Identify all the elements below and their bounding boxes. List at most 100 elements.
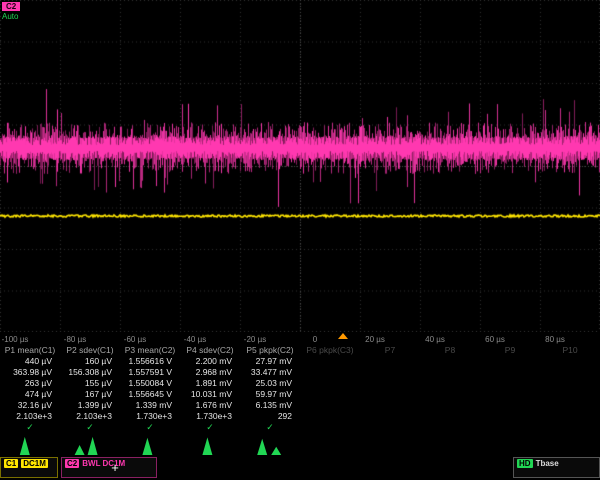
measurement-value [300, 411, 360, 422]
measurement-value [540, 400, 600, 411]
measurement-value [420, 356, 480, 367]
measurement-value [480, 389, 540, 400]
param-header[interactable]: P5 pkpk(C2) [240, 345, 300, 356]
measurement-value [300, 389, 360, 400]
trigger-position-marker[interactable] [338, 333, 348, 339]
measurement-value [420, 367, 480, 378]
measurement-value [540, 378, 600, 389]
measurement-value [480, 400, 540, 411]
measurement-value: 1.556645 V [120, 389, 180, 400]
measurement-value: 33.477 mV [240, 367, 300, 378]
measurement-value [360, 378, 420, 389]
measurement-value: 2.200 mV [180, 356, 240, 367]
measurement-value: 292 [240, 411, 300, 422]
param-header[interactable]: P10 [540, 345, 600, 356]
measurement-row: 263 µV155 µV1.550084 V1.891 mV25.03 mV [0, 378, 600, 389]
oscilloscope-screen: C2 Auto -100 µs-80 µs-60 µs-40 µs-20 µs0… [0, 0, 600, 480]
measurement-value: 167 µV [60, 389, 120, 400]
trigger-status-text: Auto [2, 12, 20, 21]
measurement-value: 440 µV [0, 356, 60, 367]
measurement-value: 10.031 mV [180, 389, 240, 400]
timebase-title-line: HDTbase [517, 459, 596, 477]
time-label: 0 [313, 335, 317, 344]
c1-channel-chip: C1 [4, 459, 18, 468]
histicon-p2 [60, 430, 120, 456]
timebase-title: Tbase [536, 459, 559, 468]
histicon-p1 [0, 430, 60, 456]
measurement-table: P1 mean(C1)P2 sdev(C1)P3 mean(C2)P4 sdev… [0, 345, 600, 433]
measurement-value: 2.103e+3 [60, 411, 120, 422]
hd-mode-chip: HD [517, 459, 533, 468]
time-label: 20 µs [365, 335, 385, 344]
measurement-value: 27.97 mV [240, 356, 300, 367]
param-header[interactable]: P9 [480, 345, 540, 356]
time-label: 80 µs [545, 335, 565, 344]
add-trace-button[interactable]: + [108, 461, 122, 475]
measurement-value: 1.891 mV [180, 378, 240, 389]
histicons-row [0, 430, 600, 456]
measurement-value: 1.339 mV [120, 400, 180, 411]
measurement-value: 6.135 mV [240, 400, 300, 411]
measurement-value [360, 389, 420, 400]
measurement-row: 32.16 µV1.399 µV1.339 mV1.676 mV6.135 mV [0, 400, 600, 411]
measurement-row: 2.103e+32.103e+31.730e+31.730e+3292 [0, 411, 600, 422]
measurement-value: 363.98 µV [0, 367, 60, 378]
measurement-value [480, 367, 540, 378]
time-label: -100 µs [2, 335, 29, 344]
measurement-value: 2.103e+3 [0, 411, 60, 422]
status-overlay: C2 Auto [2, 2, 20, 21]
time-label: -60 µs [124, 335, 146, 344]
c1-descriptor-title: C1DC1M [4, 459, 54, 477]
param-header[interactable]: P6 pkpk(C3) [300, 345, 360, 356]
measurement-value [300, 378, 360, 389]
time-label: 40 µs [425, 335, 445, 344]
measurement-value: 1.557591 V [120, 367, 180, 378]
measurement-value [360, 356, 420, 367]
measurement-value: 155 µV [60, 378, 120, 389]
measurement-value [360, 411, 420, 422]
c1-descriptor[interactable]: C1DC1M 0 mV 10.0 mV [0, 457, 58, 478]
param-header[interactable]: P1 mean(C1) [0, 345, 60, 356]
measurement-value [420, 389, 480, 400]
param-header[interactable]: P2 sdev(C1) [60, 345, 120, 356]
waveform-display[interactable] [0, 0, 600, 332]
c1-coupling-chip: DC1M [21, 459, 48, 468]
param-header[interactable]: P4 sdev(C2) [180, 345, 240, 356]
measurement-row: 474 µV167 µV1.556645 V10.031 mV59.97 mV [0, 389, 600, 400]
time-axis: -100 µs-80 µs-60 µs-40 µs-20 µs020 µs40 … [0, 332, 600, 345]
measurement-value [300, 356, 360, 367]
measurement-value: 1.550084 V [120, 378, 180, 389]
measurement-value: 1.676 mV [180, 400, 240, 411]
time-label: -80 µs [64, 335, 86, 344]
histicon-p3 [120, 430, 180, 456]
measurement-value [300, 400, 360, 411]
measurement-value: 1.399 µV [60, 400, 120, 411]
measurement-value [360, 367, 420, 378]
measurement-value [420, 411, 480, 422]
measurement-value: 2.968 mV [180, 367, 240, 378]
measurement-row: 440 µV160 µV1.556616 V2.200 mV27.97 mV [0, 356, 600, 367]
measurement-value: 1.730e+3 [120, 411, 180, 422]
time-label: -40 µs [184, 335, 206, 344]
measurement-value: 156.308 µV [60, 367, 120, 378]
measurement-value [300, 367, 360, 378]
measurement-value [540, 356, 600, 367]
measurement-value [480, 356, 540, 367]
measurement-value: 32.16 µV [0, 400, 60, 411]
measurement-value: 160 µV [60, 356, 120, 367]
timebase-descriptor[interactable]: HDTbase 12 Bits 20.0 µs/div [513, 457, 600, 478]
measurement-value: 1.730e+3 [180, 411, 240, 422]
measurement-value [420, 378, 480, 389]
measurement-value: 59.97 mV [240, 389, 300, 400]
measurement-header-row: P1 mean(C1)P2 sdev(C1)P3 mean(C2)P4 sdev… [0, 345, 600, 356]
param-header[interactable]: P7 [360, 345, 420, 356]
param-header[interactable]: P3 mean(C2) [120, 345, 180, 356]
measurement-value [420, 400, 480, 411]
param-header[interactable]: P8 [420, 345, 480, 356]
measurement-value [540, 367, 600, 378]
c2-channel-chip: C2 [65, 459, 79, 468]
bottom-bar: C1DC1M 0 mV 10.0 mV C2BWL DC1M + HDTbase… [0, 457, 600, 480]
measurement-row: 363.98 µV156.308 µV1.557591 V2.968 mV33.… [0, 367, 600, 378]
measurement-value: 25.03 mV [240, 378, 300, 389]
measurement-value [360, 400, 420, 411]
